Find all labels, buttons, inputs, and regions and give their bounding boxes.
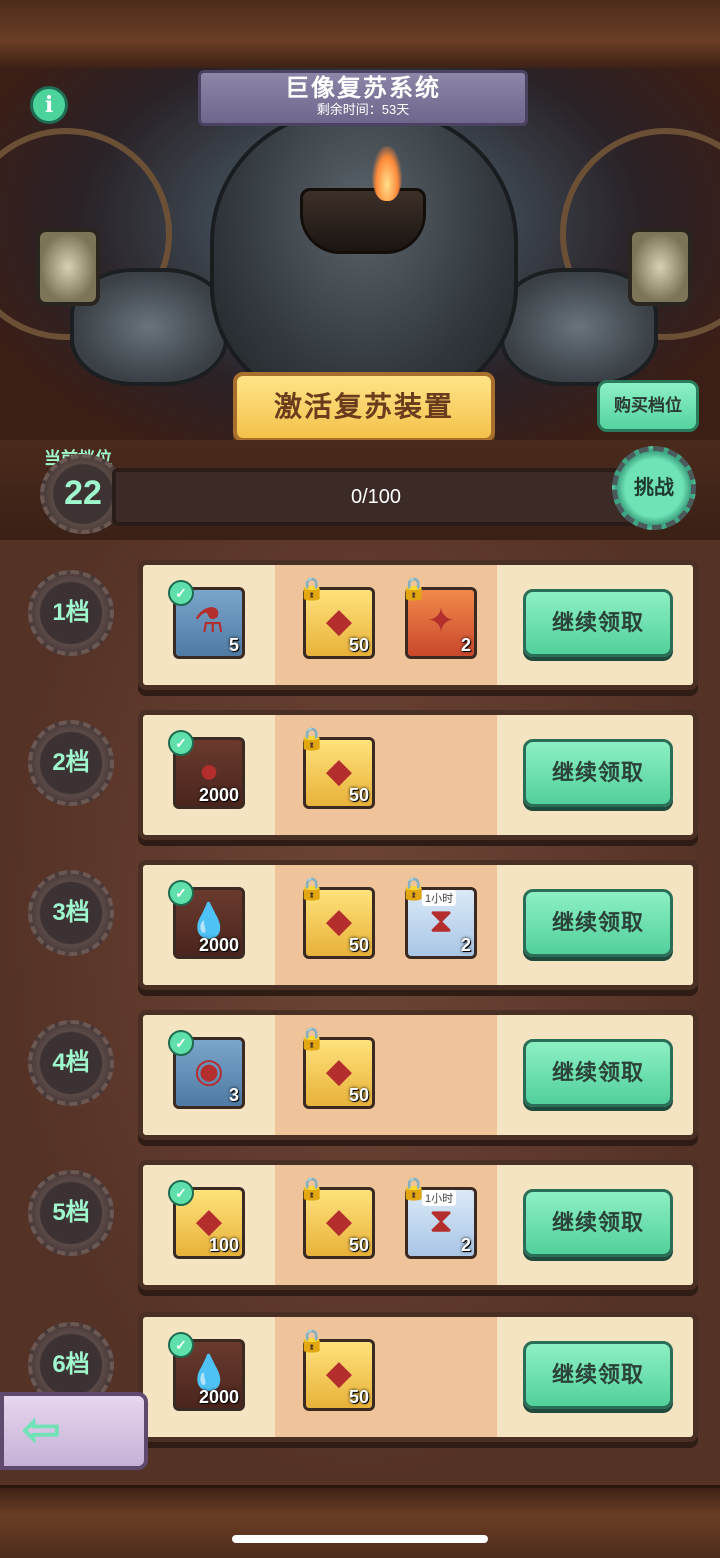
page-title: 巨像复苏系统 xyxy=(285,75,441,102)
checkmark-icon: ✓ xyxy=(168,1332,194,1358)
reward-count: 50 xyxy=(348,1085,369,1105)
reward-item[interactable]: 💧 2000 ✓ xyxy=(168,880,245,959)
bottom-frame xyxy=(0,1485,720,1558)
reward-item[interactable]: ◉ 3 ✓ xyxy=(168,1030,245,1109)
reward-item[interactable]: ⚗ 5 ✓ xyxy=(168,580,245,659)
padlock-icon: 🔒 xyxy=(298,1328,326,1353)
reward-count: 5 xyxy=(228,635,239,655)
flame-icon xyxy=(372,146,402,201)
reward-count: 50 xyxy=(348,935,369,955)
reward-item[interactable]: ✦ 2 🔒 xyxy=(400,576,477,659)
reward-count: 50 xyxy=(348,1387,369,1407)
lantern-left xyxy=(36,228,100,306)
tier-panel: ● 2000 ✓ ◆ 50 🔒 继续领取 xyxy=(138,710,698,840)
tier-row: 2档 ● 2000 ✓ ◆ 50 🔒 继续领取 xyxy=(0,710,720,840)
golem-body xyxy=(210,108,518,406)
reward-item[interactable]: ● 2000 ✓ xyxy=(168,730,245,809)
padlock-icon: 🔒 xyxy=(400,876,428,901)
reward-item[interactable]: ◆ 50 🔒 xyxy=(298,726,375,809)
duration-tag: 1小时 xyxy=(422,890,457,906)
tier-row: 4档 ◉ 3 ✓ ◆ 50 🔒 继续领取 xyxy=(0,1010,720,1140)
challenge-button[interactable]: 挑战 xyxy=(612,446,696,530)
tier-label: 4档 xyxy=(52,1049,90,1076)
tier-label: 1档 xyxy=(52,599,90,626)
reward-item[interactable]: ◆ 100 ✓ xyxy=(168,1180,245,1259)
tier-label: 3档 xyxy=(52,899,90,926)
home-indicator[interactable] xyxy=(232,1535,488,1543)
reward-count: 2 xyxy=(460,1235,471,1255)
reward-count: 50 xyxy=(348,635,369,655)
padlock-icon: 🔒 xyxy=(400,1176,428,1201)
reward-count: 50 xyxy=(348,1235,369,1255)
buy-level-button[interactable]: 购买档位 xyxy=(597,380,699,432)
tier-panel: ◆ 100 ✓ ◆ 50 🔒 ⧗ 1小时 2 🔒 继续领取 xyxy=(138,1160,698,1290)
activate-device-button[interactable]: 激活复苏装置 xyxy=(233,372,495,442)
tier-label: 5档 xyxy=(52,1199,90,1226)
checkmark-icon: ✓ xyxy=(168,1180,194,1206)
padlock-icon: 🔒 xyxy=(400,576,428,601)
checkmark-icon: ✓ xyxy=(168,880,194,906)
padlock-icon: 🔒 xyxy=(298,876,326,901)
reward-count: 2000 xyxy=(198,935,239,955)
padlock-icon: 🔒 xyxy=(298,1026,326,1051)
continue-claim-button[interactable]: 继续领取 xyxy=(523,889,673,957)
reward-count: 2 xyxy=(460,635,471,655)
tier-row: 1档 ⚗ 5 ✓ ◆ 50 🔒 ✦ 2 🔒 继续领取 xyxy=(0,560,720,690)
checkmark-icon: ✓ xyxy=(168,580,194,606)
reward-count: 2000 xyxy=(198,785,239,805)
reward-item[interactable]: 💧 2000 ✓ xyxy=(168,1332,245,1411)
checkmark-icon: ✓ xyxy=(168,1030,194,1056)
tier-panel: 💧 2000 ✓ ◆ 50 🔒 继续领取 xyxy=(138,1312,698,1442)
tier-row: 3档 💧 2000 ✓ ◆ 50 🔒 ⧗ 1小时 2 🔒 继续领取 xyxy=(0,860,720,990)
time-remaining: 剩余时间：53天 xyxy=(316,102,410,117)
golem-visor xyxy=(300,188,426,254)
reward-item[interactable]: ⧗ 1小时 2 🔒 xyxy=(400,1176,477,1259)
reward-item[interactable]: ◆ 50 🔒 xyxy=(298,576,375,659)
progress-bar: 0/100 xyxy=(112,468,640,526)
continue-claim-button[interactable]: 继续领取 xyxy=(523,739,673,807)
reward-count: 2 xyxy=(460,935,471,955)
lantern-right xyxy=(628,228,692,306)
tier-panel: 💧 2000 ✓ ◆ 50 🔒 ⧗ 1小时 2 🔒 继续领取 xyxy=(138,860,698,990)
padlock-icon: 🔒 xyxy=(298,576,326,601)
duration-tag: 1小时 xyxy=(422,1190,457,1206)
arrow-left-icon: ⇦ xyxy=(22,1403,61,1455)
reward-item[interactable]: ◆ 50 🔒 xyxy=(298,876,375,959)
continue-claim-button[interactable]: 继续领取 xyxy=(523,1341,673,1409)
reward-count: 50 xyxy=(348,785,369,805)
reward-item[interactable]: ◆ 50 🔒 xyxy=(298,1176,375,1259)
tier-row: 5档 ◆ 100 ✓ ◆ 50 🔒 ⧗ 1小时 2 🔒 继续领取 xyxy=(0,1160,720,1290)
reward-item[interactable]: ◆ 50 🔒 xyxy=(298,1026,375,1109)
reward-count: 3 xyxy=(228,1085,239,1105)
back-button[interactable]: ⇦ xyxy=(0,1392,148,1470)
checkmark-icon: ✓ xyxy=(168,730,194,756)
tier-label: 2档 xyxy=(52,749,90,776)
top-frame xyxy=(0,0,720,71)
title-plate: 巨像复苏系统 剩余时间：53天 xyxy=(198,70,528,126)
reward-count: 2000 xyxy=(198,1387,239,1407)
continue-claim-button[interactable]: 继续领取 xyxy=(523,589,673,657)
continue-claim-button[interactable]: 继续领取 xyxy=(523,1039,673,1107)
reward-count: 100 xyxy=(208,1235,239,1255)
info-icon[interactable]: i xyxy=(30,86,68,124)
reward-item[interactable]: ⧗ 1小时 2 🔒 xyxy=(400,876,477,959)
reward-item[interactable]: ◆ 50 🔒 xyxy=(298,1328,375,1411)
padlock-icon: 🔒 xyxy=(298,1176,326,1201)
tier-panel: ◉ 3 ✓ ◆ 50 🔒 继续领取 xyxy=(138,1010,698,1140)
progress-text: 0/100 xyxy=(350,486,402,508)
tier-panel: ⚗ 5 ✓ ◆ 50 🔒 ✦ 2 🔒 继续领取 xyxy=(138,560,698,690)
padlock-icon: 🔒 xyxy=(298,726,326,751)
continue-claim-button[interactable]: 继续领取 xyxy=(523,1189,673,1257)
